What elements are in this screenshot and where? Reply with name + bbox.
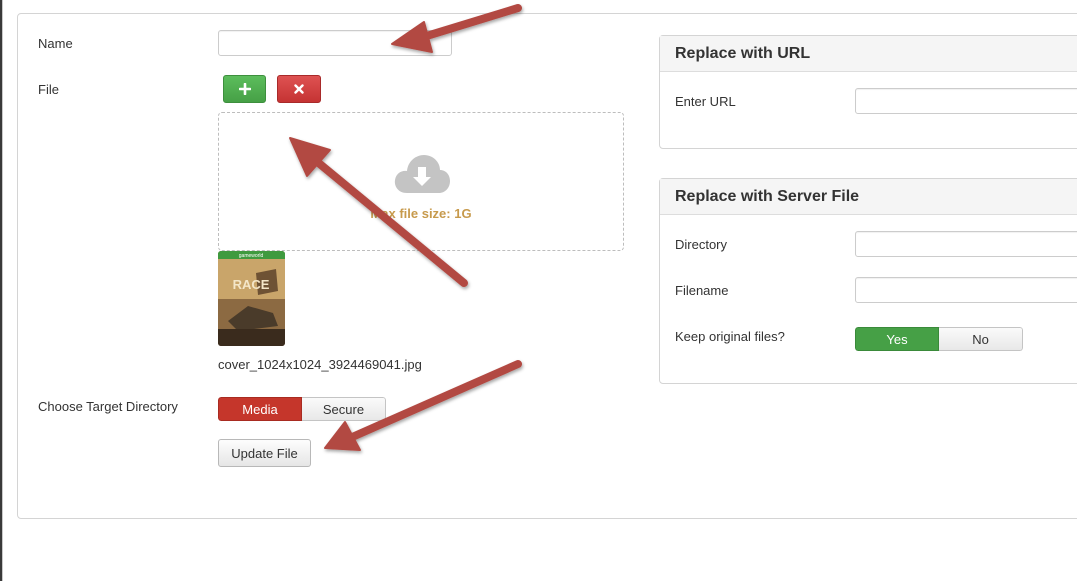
- keep-option-no[interactable]: No: [939, 327, 1023, 351]
- times-icon: [294, 84, 304, 94]
- target-option-media[interactable]: Media: [218, 397, 302, 421]
- replace-url-title: Replace with URL: [660, 36, 1077, 72]
- thumbnail-brand: gameworld: [239, 253, 264, 259]
- update-file-button[interactable]: Update File: [218, 439, 311, 467]
- keep-original-label: Keep original files?: [675, 329, 785, 344]
- target-directory-label: Choose Target Directory: [38, 399, 178, 414]
- window-edge-highlight: [2, 0, 3, 581]
- remove-file-button[interactable]: [277, 75, 321, 103]
- url-input[interactable]: [855, 88, 1077, 114]
- file-dropzone[interactable]: Max file size: 1G: [218, 112, 624, 251]
- file-thumbnail: RACE gameworld: [218, 251, 285, 346]
- directory-label: Directory: [675, 237, 728, 252]
- filename-input[interactable]: [855, 277, 1077, 303]
- name-label: Name: [38, 36, 73, 51]
- thumbnail-title: RACE: [233, 277, 270, 292]
- keep-original-toggle: Yes No: [855, 327, 1023, 351]
- add-file-button[interactable]: [223, 75, 266, 103]
- uploaded-filename: cover_1024x1024_3924469041.jpg: [218, 357, 422, 372]
- keep-option-yes[interactable]: Yes: [855, 327, 939, 351]
- file-label: File: [38, 82, 59, 97]
- cloud-download-icon: [394, 155, 450, 193]
- replace-server-title: Replace with Server File: [660, 179, 1077, 215]
- target-directory-toggle: Media Secure: [218, 397, 386, 421]
- directory-input[interactable]: [855, 231, 1077, 257]
- dropzone-max-size: Max file size: 1G: [370, 206, 472, 221]
- name-input[interactable]: [218, 30, 452, 56]
- enter-url-label: Enter URL: [675, 94, 736, 109]
- target-option-secure[interactable]: Secure: [302, 397, 386, 421]
- plus-icon: [238, 83, 251, 95]
- filename-label: Filename: [675, 283, 729, 298]
